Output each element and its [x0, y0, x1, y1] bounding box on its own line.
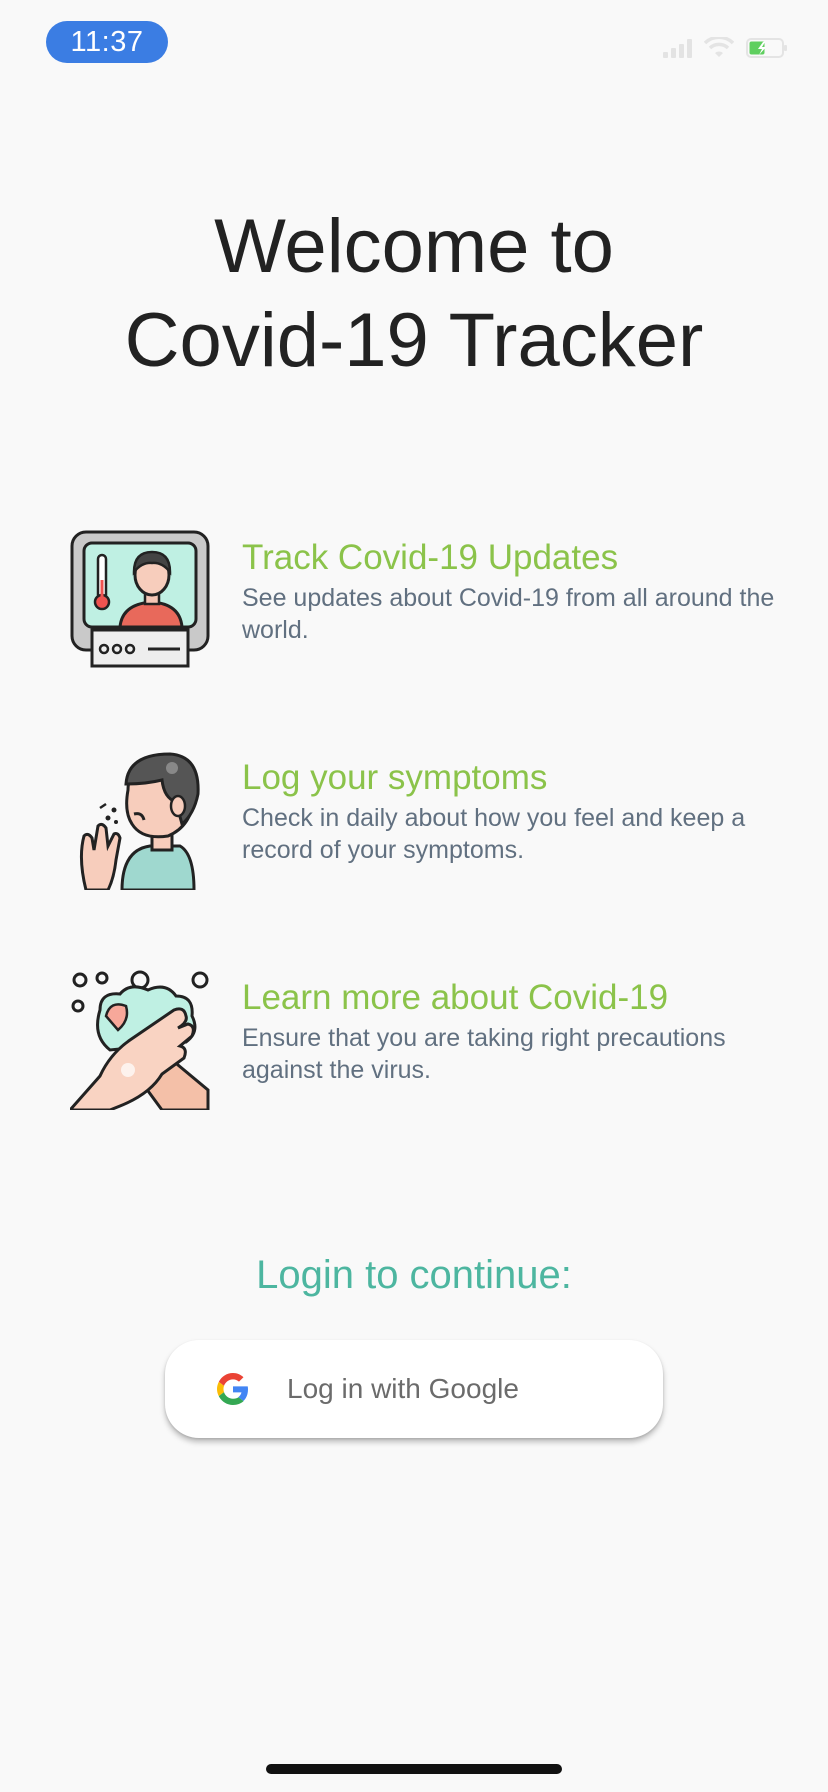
feature-title: Learn more about Covid-19	[242, 978, 669, 1017]
status-bar: 11:37	[0, 0, 828, 88]
login-prompt: Login to continue:	[256, 1253, 572, 1297]
feature-description: See updates about Covid-19 from all arou…	[242, 584, 775, 644]
feature-description: Ensure that you are taking right precaut…	[242, 1024, 726, 1084]
feature-description: Check in daily about how you feel and ke…	[242, 804, 746, 864]
google-login-label: Log in with Google	[287, 1373, 519, 1404]
page-title: Welcome to Covid-19 Tracker	[0, 200, 828, 388]
google-logo-icon	[217, 1373, 248, 1405]
feature-log-symptoms: Log your symptoms Check in daily about h…	[70, 750, 790, 890]
feature-learn-more: Learn more about Covid-19 Ensure that yo…	[70, 970, 790, 1110]
welcome-screen: 11:37 Welcome to Covid-19 Tracker Track …	[0, 0, 828, 1792]
battery-icon	[746, 38, 787, 58]
cellular-signal-icon	[663, 38, 692, 58]
status-time: 11:37	[46, 21, 168, 63]
title-line-2: Covid-19 Tracker	[124, 298, 704, 383]
home-indicator[interactable]	[266, 1764, 562, 1774]
feature-track-updates: Track Covid-19 Updates See updates about…	[70, 530, 790, 670]
google-login-button[interactable]: Log in with Google	[165, 1340, 663, 1438]
status-icons	[663, 36, 788, 60]
wifi-icon	[704, 37, 734, 57]
feature-title: Log your symptoms	[242, 758, 548, 797]
feature-title: Track Covid-19 Updates	[242, 538, 619, 577]
hand-washing-icon	[70, 970, 210, 1110]
monitor-doctor-icon	[70, 530, 210, 668]
title-line-1: Welcome to	[214, 204, 614, 289]
coughing-person-icon	[79, 752, 200, 890]
